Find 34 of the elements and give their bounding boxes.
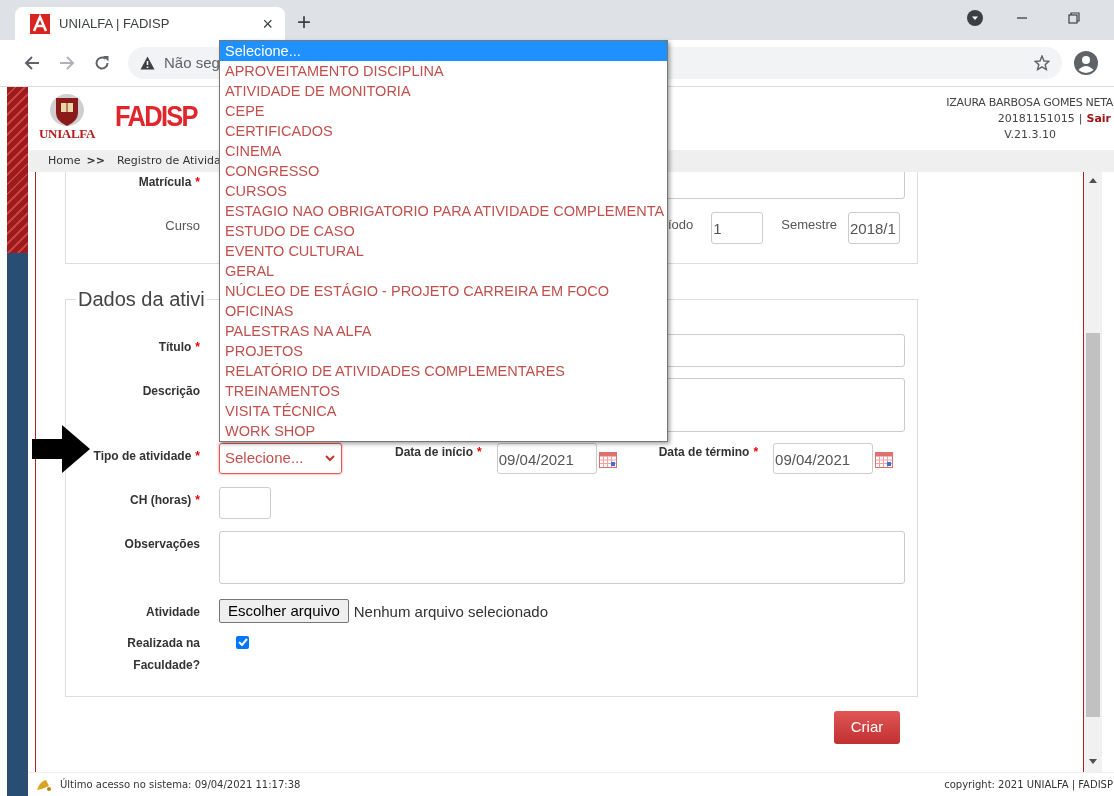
field-label: Descrição: [142, 383, 200, 400]
select-value: Selecione...: [225, 448, 305, 469]
field-label: Observações: [124, 536, 200, 553]
tab-title: UNIALFA | FADISP: [59, 14, 171, 33]
brand-logo: FADISP: [115, 101, 197, 131]
required-mark: *: [195, 492, 200, 509]
field-label: CH (horas): [130, 492, 192, 509]
required-mark: *: [195, 339, 200, 356]
required-mark: *: [195, 448, 200, 465]
version-text: V.21.3.10: [1003, 127, 1056, 143]
user-name: IZAURA BARBOSA GOMES NETA: [946, 95, 1113, 111]
logo-text: UNIALFA: [39, 127, 95, 140]
address-text: Não seg: [164, 52, 220, 73]
required-mark: *: [195, 174, 200, 191]
user-id: 20181151015: [997, 111, 1075, 127]
required-mark: *: [477, 444, 482, 461]
field-label: Título: [158, 339, 192, 356]
required-mark: *: [753, 444, 759, 461]
breadcrumb-separator: >>: [86, 152, 105, 169]
field-label: Tipo de atividade: [93, 448, 192, 465]
breadcrumb-current: Registro de Ativida: [116, 152, 221, 169]
field-label: Realizada na Faculdade?: [126, 634, 200, 674]
field-label: Matrícula: [138, 174, 192, 191]
copyright-text: copyright: 2021 UNIALFA | FADISP: [944, 778, 1114, 792]
section-title: Dados da ativi: [77, 287, 206, 312]
status-text: Último acesso no sistema: 09/04/2021 11:17:38: [60, 777, 301, 792]
separator: |: [1078, 111, 1083, 127]
field-label: Data de início: [395, 444, 474, 461]
file-status: Nenhum arquivo selecionado: [353, 602, 549, 622]
field-label: Semestre: [781, 216, 837, 234]
field-label: íodo: [668, 216, 694, 234]
field-label: Data de término: [658, 444, 750, 461]
field-label: Curso: [165, 217, 200, 235]
field-label: Atividade: [146, 604, 200, 621]
